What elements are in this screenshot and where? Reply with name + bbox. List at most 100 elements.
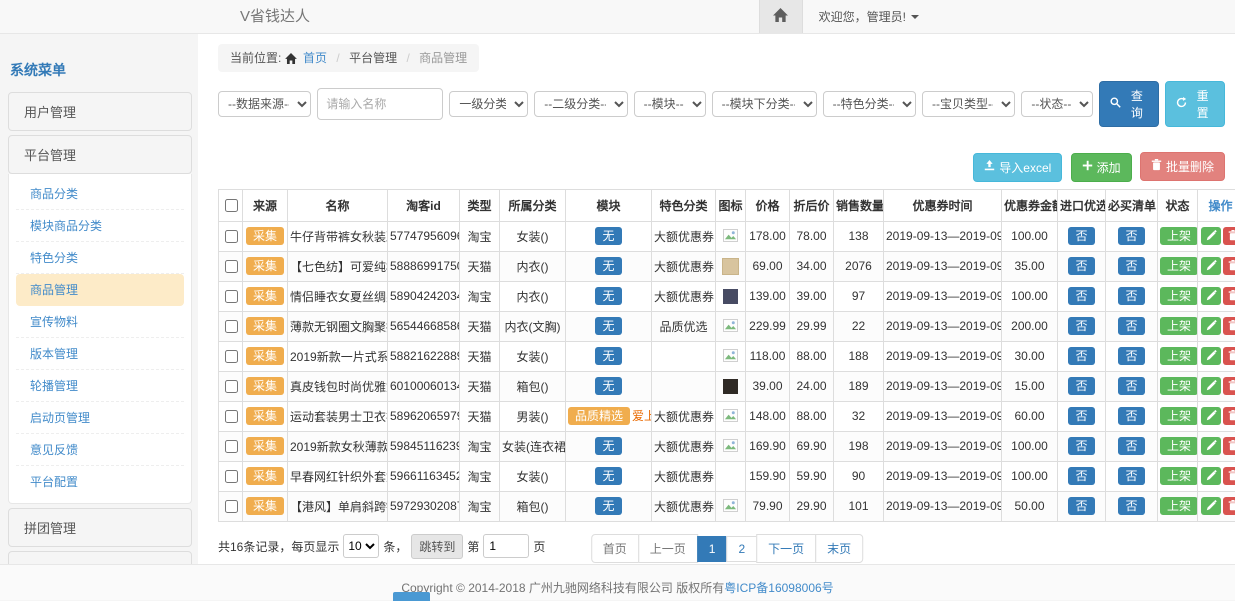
icp-link[interactable]: 粤ICP备16098006号	[724, 581, 833, 595]
sidebar-section-2[interactable]: 拼团管理	[8, 508, 192, 547]
must-buy-toggle-badge[interactable]: 否	[1118, 227, 1144, 245]
sidebar-section-1[interactable]: 平台管理	[8, 135, 192, 174]
import-toggle-badge[interactable]: 否	[1068, 407, 1094, 425]
must-buy-toggle-badge[interactable]: 否	[1118, 497, 1144, 515]
status-badge[interactable]: 上架	[1160, 287, 1198, 305]
delete-button[interactable]	[1223, 467, 1235, 485]
filter-select-1[interactable]: 一级分类	[449, 91, 528, 117]
row-checkbox[interactable]	[225, 470, 238, 483]
import-toggle-badge[interactable]: 否	[1068, 377, 1094, 395]
module-none-badge[interactable]: 无	[595, 377, 621, 395]
home-button[interactable]	[759, 0, 803, 33]
must-buy-toggle-badge[interactable]: 否	[1118, 287, 1144, 305]
sidebar-item-8[interactable]: 意见反馈	[16, 434, 184, 466]
module-none-badge[interactable]: 无	[595, 287, 621, 305]
import-toggle-badge[interactable]: 否	[1068, 317, 1094, 335]
page-next-button[interactable]: 下一页	[756, 534, 816, 563]
edit-button[interactable]	[1201, 287, 1221, 305]
must-buy-toggle-badge[interactable]: 否	[1118, 467, 1144, 485]
must-buy-toggle-badge[interactable]: 否	[1118, 407, 1144, 425]
edit-button[interactable]	[1201, 497, 1221, 515]
module-none-badge[interactable]: 无	[595, 317, 621, 335]
jump-button[interactable]: 跳转到	[411, 534, 463, 559]
per-page-select[interactable]: 10	[343, 534, 379, 558]
delete-button[interactable]	[1223, 437, 1235, 455]
sidebar-item-4[interactable]: 宣传物料	[16, 306, 184, 338]
page-prev-button[interactable]: 上一页	[638, 534, 698, 563]
add-button[interactable]: 添加	[1071, 153, 1132, 182]
edit-button[interactable]	[1201, 467, 1221, 485]
row-checkbox[interactable]	[225, 500, 238, 513]
status-badge[interactable]: 上架	[1160, 497, 1198, 515]
import-toggle-badge[interactable]: 否	[1068, 497, 1094, 515]
row-checkbox[interactable]	[225, 260, 238, 273]
filter-select-7[interactable]: --状态--	[1021, 91, 1093, 117]
delete-button[interactable]	[1223, 347, 1235, 365]
delete-button[interactable]	[1223, 257, 1235, 275]
module-none-badge[interactable]: 无	[595, 437, 621, 455]
module-none-badge[interactable]: 无	[595, 497, 621, 515]
sidebar-section-3[interactable]: 省惠快报	[8, 551, 192, 564]
sidebar-item-1[interactable]: 模块商品分类	[16, 210, 184, 242]
page-number-input[interactable]	[483, 534, 529, 558]
edit-button[interactable]	[1201, 347, 1221, 365]
filter-select-2[interactable]: --二级分类--	[534, 91, 627, 117]
filter-select-0[interactable]: --数据来源--	[218, 91, 311, 117]
import-toggle-badge[interactable]: 否	[1068, 227, 1094, 245]
delete-button[interactable]	[1223, 227, 1235, 245]
row-checkbox[interactable]	[225, 290, 238, 303]
status-badge[interactable]: 上架	[1160, 317, 1198, 335]
delete-button[interactable]	[1223, 317, 1235, 335]
status-badge[interactable]: 上架	[1160, 227, 1198, 245]
must-buy-toggle-badge[interactable]: 否	[1118, 257, 1144, 275]
module-none-badge[interactable]: 无	[595, 347, 621, 365]
sidebar-item-9[interactable]: 平台配置	[16, 466, 184, 497]
page-number-button[interactable]: 1	[697, 536, 728, 562]
row-checkbox[interactable]	[225, 350, 238, 363]
page-first-button[interactable]: 首页	[591, 534, 639, 563]
sidebar-item-6[interactable]: 轮播管理	[16, 370, 184, 402]
sidebar-item-5[interactable]: 版本管理	[16, 338, 184, 370]
edit-button[interactable]	[1201, 227, 1221, 245]
page-number-button[interactable]: 2	[726, 536, 757, 562]
import-excel-button[interactable]: 导入excel	[973, 153, 1062, 182]
delete-button[interactable]	[1223, 497, 1235, 515]
must-buy-toggle-badge[interactable]: 否	[1118, 317, 1144, 335]
edit-button[interactable]	[1201, 437, 1221, 455]
edit-button[interactable]	[1201, 317, 1221, 335]
row-checkbox[interactable]	[225, 380, 238, 393]
sidebar-item-0[interactable]: 商品分类	[16, 178, 184, 210]
edit-button[interactable]	[1201, 257, 1221, 275]
filter-select-5[interactable]: --特色分类--	[823, 91, 916, 117]
import-toggle-badge[interactable]: 否	[1068, 287, 1094, 305]
import-toggle-badge[interactable]: 否	[1068, 467, 1094, 485]
user-menu[interactable]: 欢迎您，管理员!	[803, 0, 935, 33]
filter-select-6[interactable]: --宝贝类型--	[922, 91, 1015, 117]
sidebar-item-7[interactable]: 启动页管理	[16, 402, 184, 434]
sidebar-item-3[interactable]: 商品管理	[16, 274, 184, 306]
edit-button[interactable]	[1201, 377, 1221, 395]
row-checkbox[interactable]	[225, 440, 238, 453]
module-none-badge[interactable]: 无	[595, 227, 621, 245]
filter-select-4[interactable]: --模块下分类--	[712, 91, 817, 117]
module-none-badge[interactable]: 无	[595, 467, 621, 485]
row-checkbox[interactable]	[225, 230, 238, 243]
reset-button[interactable]: 重置	[1165, 81, 1225, 127]
module-none-badge[interactable]: 无	[595, 257, 621, 275]
delete-button[interactable]	[1223, 407, 1235, 425]
page-last-button[interactable]: 末页	[815, 534, 863, 563]
row-checkbox[interactable]	[225, 410, 238, 423]
status-badge[interactable]: 上架	[1160, 347, 1198, 365]
select-all-checkbox[interactable]	[225, 199, 238, 212]
status-badge[interactable]: 上架	[1160, 377, 1198, 395]
status-badge[interactable]: 上架	[1160, 407, 1198, 425]
import-toggle-badge[interactable]: 否	[1068, 437, 1094, 455]
import-toggle-badge[interactable]: 否	[1068, 347, 1094, 365]
breadcrumb-home-link[interactable]: 首页	[303, 51, 327, 65]
name-search-input[interactable]	[317, 88, 443, 120]
must-buy-toggle-badge[interactable]: 否	[1118, 437, 1144, 455]
status-badge[interactable]: 上架	[1160, 467, 1198, 485]
row-checkbox[interactable]	[225, 320, 238, 333]
filter-select-3[interactable]: --模块--	[634, 91, 706, 117]
status-badge[interactable]: 上架	[1160, 257, 1198, 275]
